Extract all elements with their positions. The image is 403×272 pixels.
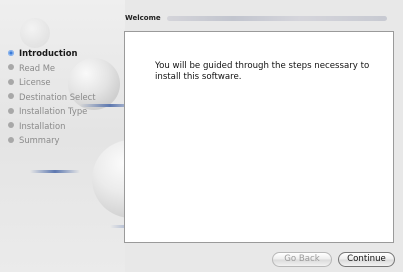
- decorative-orb: [92, 140, 125, 218]
- step-bullet-icon: [8, 64, 14, 70]
- sidebar-item-label: Installation Type: [19, 106, 88, 116]
- sidebar-item-label: Destination Select: [19, 91, 96, 102]
- sidebar-item-label: Summary: [19, 135, 60, 145]
- step-bullet-icon: [8, 78, 14, 85]
- sidebar-item-summary: Summary: [8, 133, 96, 148]
- step-bullet-icon: [8, 136, 14, 143]
- continue-button[interactable]: Continue: [338, 252, 395, 267]
- installer-header: Welcome: [125, 14, 395, 22]
- page-title: Welcome: [125, 14, 161, 22]
- content-pane: You will be guided through the steps nec…: [124, 31, 394, 243]
- go-back-button[interactable]: Go Back: [272, 252, 332, 267]
- step-bullet-icon: [8, 107, 14, 114]
- sidebar-item-label: Read Me: [19, 62, 56, 73]
- step-bullet-icon: [8, 93, 14, 99]
- decorative-orb: [20, 18, 50, 48]
- decorative-streak: [110, 225, 125, 228]
- redacted-title-text: [167, 15, 388, 21]
- step-active-icon: [8, 49, 14, 56]
- intro-message: You will be guided through the steps nec…: [155, 61, 370, 82]
- sidebar-item-destination-select: Destination Select: [8, 90, 96, 105]
- sidebar-item-label: Installation: [19, 120, 66, 131]
- sidebar-item-read-me: Read Me: [8, 61, 96, 76]
- step-bullet-icon: [8, 122, 14, 128]
- sidebar-item-introduction: Introduction: [8, 46, 96, 61]
- sidebar-item-installation: Installation: [8, 119, 96, 134]
- sidebar-item-label: Introduction: [19, 48, 78, 58]
- decorative-streak: [30, 170, 80, 173]
- sidebar-item-label: License: [19, 77, 51, 87]
- sidebar-item-installation-type: Installation Type: [8, 104, 96, 119]
- sidebar-item-license: License: [8, 75, 96, 90]
- installer-steps: Introduction Read Me License Destination…: [8, 46, 96, 148]
